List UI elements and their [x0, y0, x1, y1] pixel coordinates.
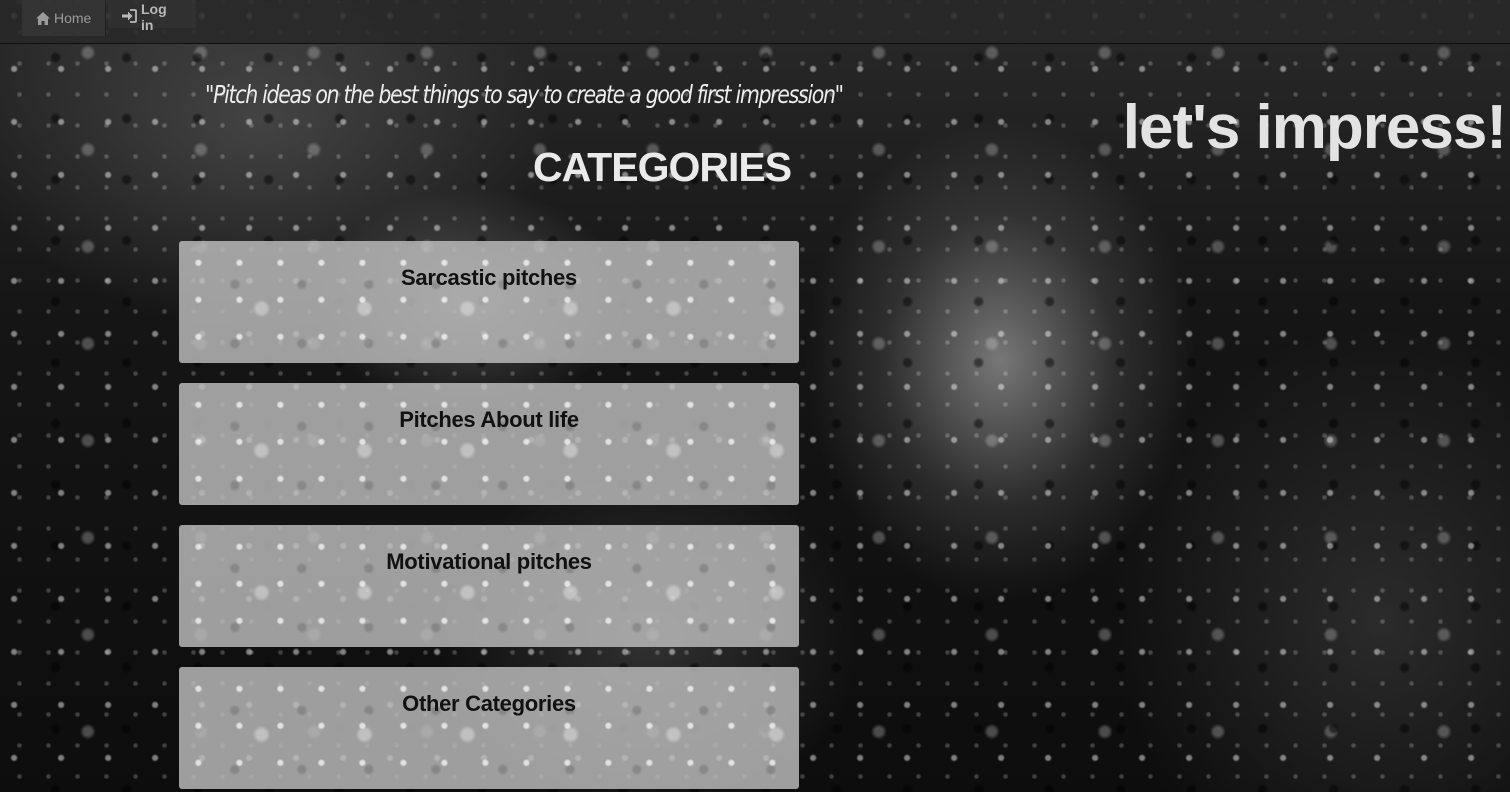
tagline: "Pitch ideas on the best things to say t… — [205, 80, 844, 109]
nav-login-label: Log in — [141, 1, 167, 33]
category-card-motivational[interactable]: Motivational pitches — [179, 525, 799, 647]
home-icon — [36, 11, 50, 25]
category-card-title: Other Categories — [402, 691, 576, 716]
brand-title: let's impress! — [1122, 93, 1507, 162]
nav-home-label: Home — [54, 10, 92, 26]
category-card-life[interactable]: Pitches About life — [179, 383, 799, 505]
category-card-title: Pitches About life — [399, 407, 579, 432]
log-in-icon — [122, 9, 137, 23]
nav-login-link[interactable]: Log in — [108, 0, 196, 33]
category-card-other[interactable]: Other Categories — [179, 667, 799, 789]
category-card-title: Motivational pitches — [386, 549, 592, 574]
category-card-title: Sarcastic pitches — [401, 265, 577, 290]
category-list: Sarcastic pitches Pitches About life Mot… — [179, 241, 799, 792]
category-card-sarcastic[interactable]: Sarcastic pitches — [179, 241, 799, 363]
categories-heading: CATEGORIES — [533, 144, 792, 190]
nav-home-link[interactable]: Home — [22, 0, 106, 36]
navbar: Home Log in — [0, 0, 1510, 44]
